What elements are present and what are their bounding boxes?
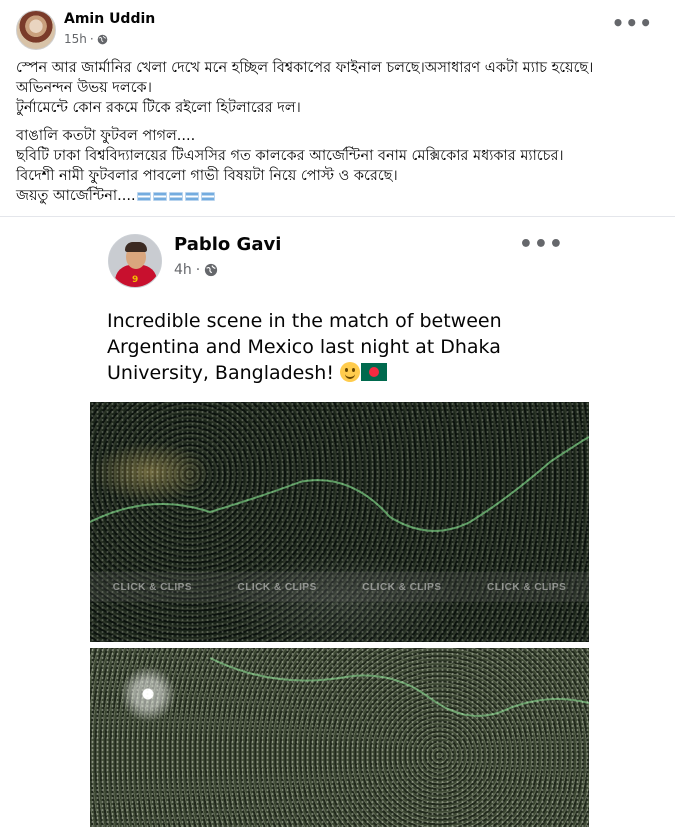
watermark-text: CLICK & CLIPS: [362, 581, 442, 593]
bangladesh-flag-icon: [360, 363, 387, 381]
post-line: টুর্নামেন্টে কোন রকমে টিকে রইলো হিটলারের…: [16, 100, 301, 116]
watermark-strip: CLICK & CLIPS CLICK & CLIPS CLICK & CLIP…: [90, 572, 589, 602]
author-avatar[interactable]: [16, 10, 56, 50]
watermark-text: CLICK & CLIPS: [112, 581, 193, 593]
shared-post[interactable]: 9 Pablo Gavi 4h · ••• Incredible scene i…: [90, 218, 590, 827]
stadium-crowd-photo-closeup[interactable]: [90, 648, 589, 827]
watermark-text: CLICK & CLIPS: [237, 581, 317, 593]
post-line: অভিনন্দন উভয় দলকে।: [16, 80, 152, 96]
meta-separator: ·: [89, 32, 94, 46]
post-line-last: জয়তু আর্জেন্টিনা....: [16, 186, 661, 206]
stadium-crowd-photo-aerial[interactable]: CLICK & CLIPS CLICK & CLIPS CLICK & CLIP…: [90, 402, 589, 642]
shared-author-avatar[interactable]: 9: [108, 234, 162, 288]
lights-trail: [209, 657, 589, 717]
shared-author-name[interactable]: Pablo Gavi: [174, 234, 281, 255]
shared-post-meta: 4h ·: [174, 262, 218, 278]
shared-post-text: Incredible scene in the match of between…: [107, 308, 577, 386]
post-line: বিদেশী নামী ফুটবলার পাবলো গাভী বিষয়টা ন…: [16, 168, 398, 184]
more-options-icon[interactable]: •••: [519, 234, 564, 256]
post-line: বাঙালি কতটা ফুটবল পাগল....: [16, 128, 196, 144]
jersey-number: 9: [132, 275, 139, 285]
lights-trail: [90, 436, 589, 532]
post-meta: 15h ·: [64, 32, 108, 46]
post-text: স্পেন আর জার্মানির খেলা দেখে মনে হচ্ছিল …: [16, 58, 661, 206]
divider: [0, 216, 675, 217]
post-line: স্পেন আর জার্মানির খেলা দেখে মনে হচ্ছিল …: [16, 60, 594, 76]
more-options-icon[interactable]: •••: [612, 13, 653, 33]
shared-post-time[interactable]: 4h: [174, 262, 192, 278]
author-name[interactable]: Amin Uddin: [64, 11, 155, 27]
globe-icon: [97, 34, 108, 44]
post-line: ছবিটি ঢাকা বিশ্ববিদ্যালয়ের টিএসসির গত ক…: [16, 148, 564, 164]
meta-separator: ·: [195, 262, 201, 278]
post-header: Amin Uddin 15h · •••: [16, 10, 661, 52]
post-line: জয়তু আর্জেন্টিনা....: [16, 188, 136, 204]
argentina-flag-icon: [136, 191, 215, 201]
watermark-text: CLICK & CLIPS: [486, 581, 567, 593]
shared-post-caption: Incredible scene in the match of between…: [107, 310, 502, 384]
post-time[interactable]: 15h: [64, 32, 87, 46]
smile-emoji-icon: [339, 362, 360, 382]
globe-icon: [205, 263, 218, 277]
